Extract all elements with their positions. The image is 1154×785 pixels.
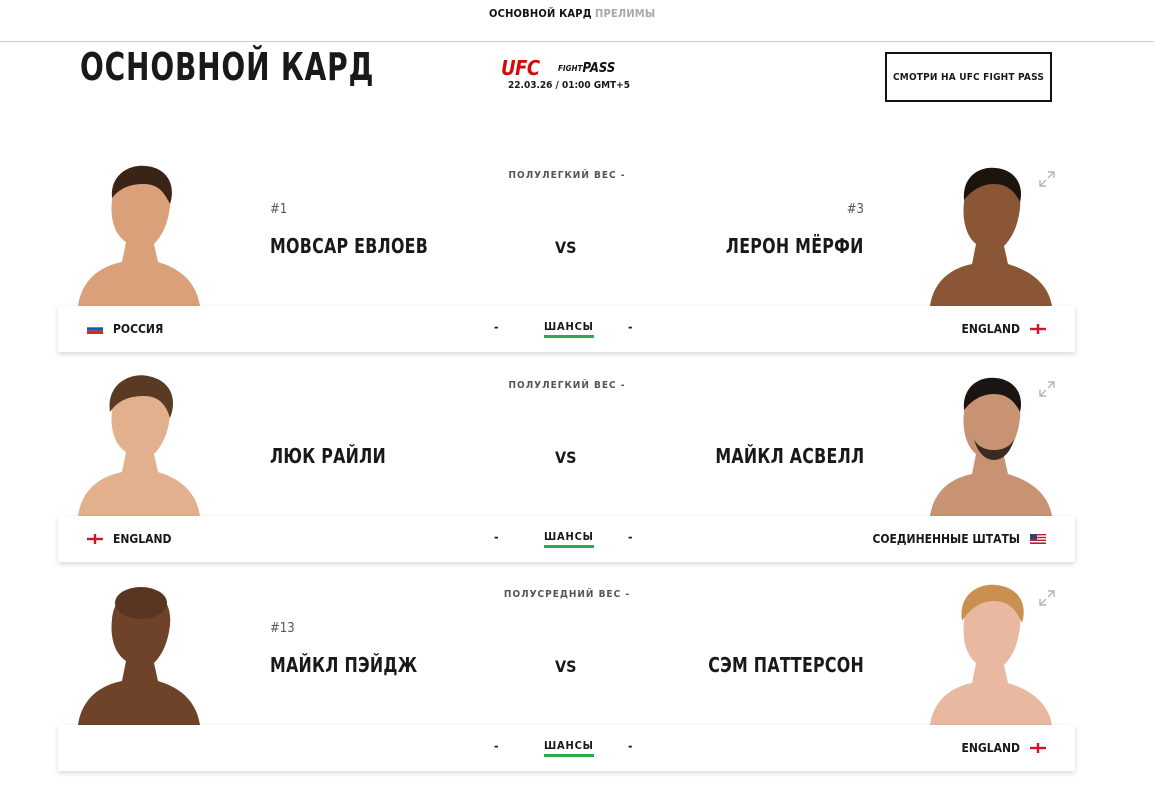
- blue-odds: -: [628, 320, 633, 334]
- blue-fighter-rank: #3: [846, 202, 864, 217]
- red-fighter-name[interactable]: ЛЮК РАЙЛИ: [270, 444, 386, 468]
- fighter-silhouette-icon: [78, 165, 200, 306]
- blue-fighter-photo[interactable]: [926, 577, 1056, 725]
- usa-flag-icon: [1030, 534, 1046, 544]
- bout-card: ПОЛУЛЕГКИЙ ВЕС - #1 МОВСАР ЕВЛОЕВ VS ЛЕР…: [0, 158, 1154, 366]
- bout-info-bar: - ШАНСЫ - ENGLAND: [58, 725, 1075, 771]
- bout-card: ПОЛУСРЕДНИЙ ВЕС - #13 МАЙКЛ ПЭЙДЖ VS СЭМ…: [0, 577, 1154, 785]
- blue-fighter-name[interactable]: СЭМ ПАТТЕРСОН: [708, 653, 864, 677]
- fighter-silhouette-icon: [78, 587, 200, 725]
- vs-label: VS: [555, 657, 577, 676]
- tab-main-card[interactable]: ОСНОВНОЙ КАРД: [489, 7, 592, 20]
- expand-arrows-icon[interactable]: [1038, 170, 1056, 188]
- ufc-fight-pass-logo: UFC FIGHTPASS 22.03.26 / 01:00 GMT+5: [500, 58, 640, 98]
- odds-link[interactable]: ШАНСЫ: [544, 320, 594, 338]
- country-name: ENGLAND: [961, 322, 1020, 336]
- red-odds: -: [494, 739, 499, 753]
- country-name: РОССИЯ: [113, 322, 164, 336]
- country-name: СОЕДИНЕННЫЕ ШТАТЫ: [872, 532, 1020, 546]
- bout-card: ПОЛУЛЕГКИЙ ВЕС - ЛЮК РАЙЛИ VS МАЙКЛ АСВЕ…: [0, 368, 1154, 576]
- tab-prelims[interactable]: ПРЕЛИМЫ: [595, 7, 655, 20]
- blue-fighter-photo[interactable]: [926, 368, 1056, 516]
- red-fighter-photo[interactable]: [74, 158, 204, 306]
- blue-fighter-photo[interactable]: [926, 158, 1056, 306]
- red-fighter-name[interactable]: МОВСАР ЕВЛОЕВ: [270, 234, 428, 258]
- bout-info-bar: ENGLAND - ШАНСЫ - СОЕДИНЕННЫЕ ШТАТЫ: [58, 516, 1075, 562]
- card-tabs: ОСНОВНОЙ КАРД ПРЕЛИМЫ: [0, 0, 1154, 42]
- bout-info-bar: РОССИЯ - ШАНСЫ - ENGLAND: [58, 306, 1075, 352]
- vs-label: VS: [555, 448, 577, 467]
- red-fighter-name[interactable]: МАЙКЛ ПЭЙДЖ: [270, 653, 417, 677]
- blue-fighter-name[interactable]: МАЙКЛ АСВЕЛЛ: [715, 444, 864, 468]
- vs-label: VS: [555, 238, 577, 257]
- page-title: ОСНОВНОЙ КАРД: [80, 45, 375, 89]
- red-fighter-photo[interactable]: [74, 368, 204, 516]
- red-fighter-country: РОССИЯ: [87, 322, 163, 336]
- blue-fighter-country: ENGLAND: [961, 741, 1046, 755]
- red-fighter-rank: #13: [270, 621, 295, 636]
- blue-fighter-name[interactable]: ЛЕРОН МЁРФИ: [726, 234, 864, 258]
- fighter-silhouette-icon: [78, 375, 200, 516]
- expand-arrows-icon[interactable]: [1038, 589, 1056, 607]
- fighter-silhouette-icon: [930, 584, 1052, 725]
- fighter-silhouette-icon: [930, 167, 1052, 306]
- ufc-logo-text: UFC: [501, 56, 540, 80]
- red-odds: -: [494, 320, 499, 334]
- blue-fighter-country: ENGLAND: [961, 322, 1046, 336]
- red-odds: -: [494, 530, 499, 544]
- country-name: ENGLAND: [113, 532, 172, 546]
- red-fighter-photo[interactable]: [74, 577, 204, 725]
- england-flag-icon: [1030, 324, 1046, 334]
- russia-flag-icon: [87, 324, 103, 334]
- country-name: ENGLAND: [961, 741, 1020, 755]
- blue-odds: -: [628, 530, 633, 544]
- expand-arrows-icon[interactable]: [1038, 380, 1056, 398]
- odds-link[interactable]: ШАНСЫ: [544, 739, 594, 757]
- fighter-silhouette-icon: [930, 377, 1052, 516]
- red-fighter-country: ENGLAND: [87, 532, 172, 546]
- england-flag-icon: [87, 534, 103, 544]
- red-fighter-rank: #1: [270, 202, 288, 217]
- watch-fight-pass-button[interactable]: СМОТРИ НА UFC FIGHT PASS: [885, 52, 1052, 102]
- blue-odds: -: [628, 739, 633, 753]
- odds-link[interactable]: ШАНСЫ: [544, 530, 594, 548]
- england-flag-icon: [1030, 743, 1046, 753]
- fight-pass-logo-text: FIGHTPASS: [558, 61, 616, 76]
- event-date: 22.03.26 / 01:00 GMT+5: [508, 80, 630, 91]
- blue-fighter-country: СОЕДИНЕННЫЕ ШТАТЫ: [872, 532, 1046, 546]
